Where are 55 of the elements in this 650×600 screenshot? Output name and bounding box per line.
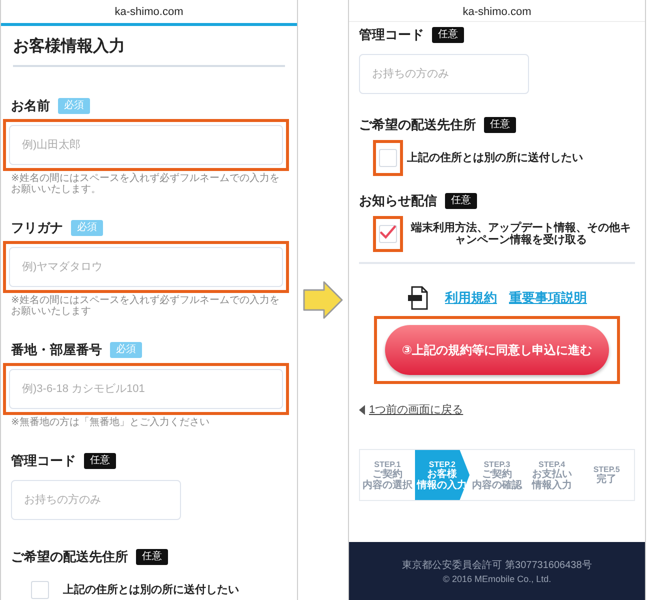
required-badge: 必須 [110, 342, 142, 358]
field-label: お名前 [11, 97, 50, 115]
help-text: ※姓名の間にはスペースを入れず必ずフルネームでの入力をお願いいたします [11, 295, 280, 317]
address-bar: ka-shimo.com [1, 0, 297, 26]
step-number: STEP.1 [374, 460, 401, 468]
required-badge: 必須 [58, 98, 90, 114]
step-label: 情報入力 [532, 480, 572, 490]
field-label: 管理コード [359, 26, 424, 44]
step-number: STEP.5 [593, 465, 620, 474]
checkbox[interactable] [379, 225, 397, 243]
field-label: お知らせ配信 [359, 192, 437, 210]
optional-badge: 任意 [136, 549, 168, 565]
text-field[interactable]: 例)ヤマダタロウ [9, 247, 283, 287]
checkbox[interactable] [31, 581, 49, 599]
submit-button[interactable]: ③上記の規約等に同意し申込に進む [385, 325, 609, 375]
step-number: STEP.2 [428, 460, 456, 468]
text-field[interactable]: 例)3-6-18 カシモビル101 [9, 369, 283, 409]
help-text: ※無番地の方は「無番地」とご入力ください [11, 417, 210, 428]
field-label: フリガナ [11, 219, 63, 237]
document-link[interactable]: 利用規約 [445, 289, 497, 307]
step-label: ご契約 [482, 468, 512, 480]
step-label: お支払い [532, 468, 572, 480]
help-text: ※姓名の間にはスペースを入れず必ずフルネームでの入力をお願いいたします。 [11, 173, 280, 195]
step-number: STEP.4 [538, 460, 566, 468]
optional-badge: 任意 [84, 453, 116, 469]
address-bar: ka-shimo.com [349, 0, 645, 22]
optional-badge: 任意 [445, 193, 477, 209]
document-icon [407, 286, 429, 310]
field-label: ご希望の配送先住所 [359, 116, 476, 134]
checkbox-label: 上記の住所とは別の所に送付したい [407, 152, 583, 164]
checkbox[interactable] [379, 149, 397, 167]
optional-badge: 任意 [432, 27, 464, 43]
field-label: ご希望の配送先住所 [11, 548, 128, 566]
step-label: お客様 [427, 468, 458, 480]
text-field[interactable]: 例)山田太郎 [9, 125, 283, 165]
field-label: 管理コード [11, 452, 76, 470]
step-number: STEP.3 [484, 460, 510, 468]
field-label: 番地・部屋番号 [11, 341, 102, 359]
left-triangle-icon [359, 404, 365, 414]
checkbox-label: 端末利用方法、アップデート情報、その他キャンペーン情報を受け取る [410, 222, 632, 246]
page-title: お客様情報入力 [13, 36, 285, 67]
copyright-text: © 2016 MEmobile Co., Ltd. [442, 574, 552, 584]
right-arrow-icon [302, 280, 344, 320]
step-label: 完了 [596, 474, 617, 485]
document-link[interactable]: 重要事項説明 [509, 289, 587, 307]
step-label: 内容の選択 [362, 480, 412, 490]
license-text: 東京都公安委員会許可 第307731606438号 [402, 558, 592, 572]
step-label: ご契約 [372, 468, 402, 480]
optional-badge: 任意 [484, 117, 516, 133]
step-label: 内容の確認 [472, 480, 522, 490]
required-badge: 必須 [71, 220, 103, 236]
back-link[interactable]: 1つ前の画面に戻る [369, 402, 464, 417]
text-field[interactable]: お持ちの方のみ [359, 54, 529, 94]
text-field[interactable]: お持ちの方のみ [11, 480, 181, 520]
checkbox-label: 上記の住所とは別の所に送付したい [63, 584, 239, 596]
